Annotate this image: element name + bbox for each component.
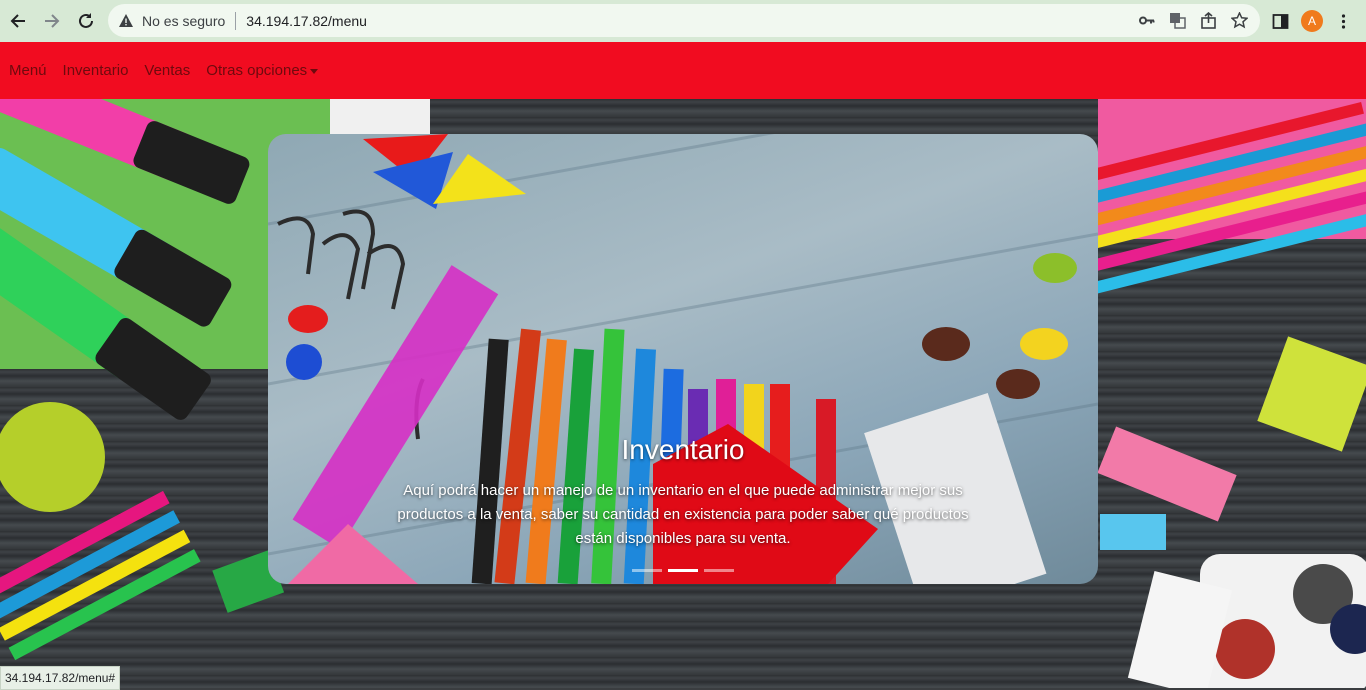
url-text[interactable]: 34.194.17.82/menu bbox=[246, 13, 367, 29]
carousel-caption-text: Aquí podrá hacer un manejo de un inventa… bbox=[397, 482, 969, 547]
carousel-indicator-3[interactable] bbox=[704, 569, 734, 572]
profile-avatar[interactable]: A bbox=[1301, 10, 1323, 32]
security-label[interactable]: No es seguro bbox=[142, 13, 225, 29]
carousel-indicators bbox=[632, 569, 734, 572]
nav-otras-opciones-dropdown[interactable]: Otras opciones bbox=[206, 62, 319, 79]
forward-icon[interactable] bbox=[36, 5, 68, 37]
more-menu-icon[interactable] bbox=[1335, 13, 1352, 30]
carousel-indicator-1[interactable] bbox=[632, 569, 662, 572]
carousel-caption-title: Inventario bbox=[621, 434, 745, 465]
nav-menu-link[interactable]: Menú bbox=[9, 62, 47, 79]
browser-toolbar: No es seguro 34.194.17.82/menu A bbox=[0, 0, 1366, 42]
nav-otras-opciones-label: Otras opciones bbox=[206, 62, 308, 79]
reload-icon[interactable] bbox=[70, 5, 102, 37]
side-panel-icon[interactable] bbox=[1272, 13, 1289, 30]
back-icon[interactable] bbox=[2, 5, 34, 37]
share-icon[interactable] bbox=[1200, 12, 1217, 29]
hero-carousel[interactable]: Inventario Aquí podrá hacer un manejo de… bbox=[268, 134, 1098, 584]
nav-inventario-link[interactable]: Inventario bbox=[63, 62, 129, 79]
translate-icon[interactable] bbox=[1169, 12, 1186, 29]
warning-icon[interactable] bbox=[118, 13, 134, 29]
site-navbar: Menú Inventario Ventas Otras opciones bbox=[0, 42, 1366, 99]
address-bar[interactable]: No es seguro 34.194.17.82/menu bbox=[108, 4, 1260, 37]
carousel-indicator-2[interactable] bbox=[668, 569, 698, 572]
divider bbox=[235, 11, 237, 30]
star-icon[interactable] bbox=[1231, 12, 1248, 29]
link-status-bubble: 34.194.17.82/menu# bbox=[0, 666, 121, 690]
key-icon[interactable] bbox=[1138, 12, 1155, 29]
nav-ventas-link[interactable]: Ventas bbox=[144, 62, 190, 79]
caret-down-icon bbox=[310, 68, 319, 74]
